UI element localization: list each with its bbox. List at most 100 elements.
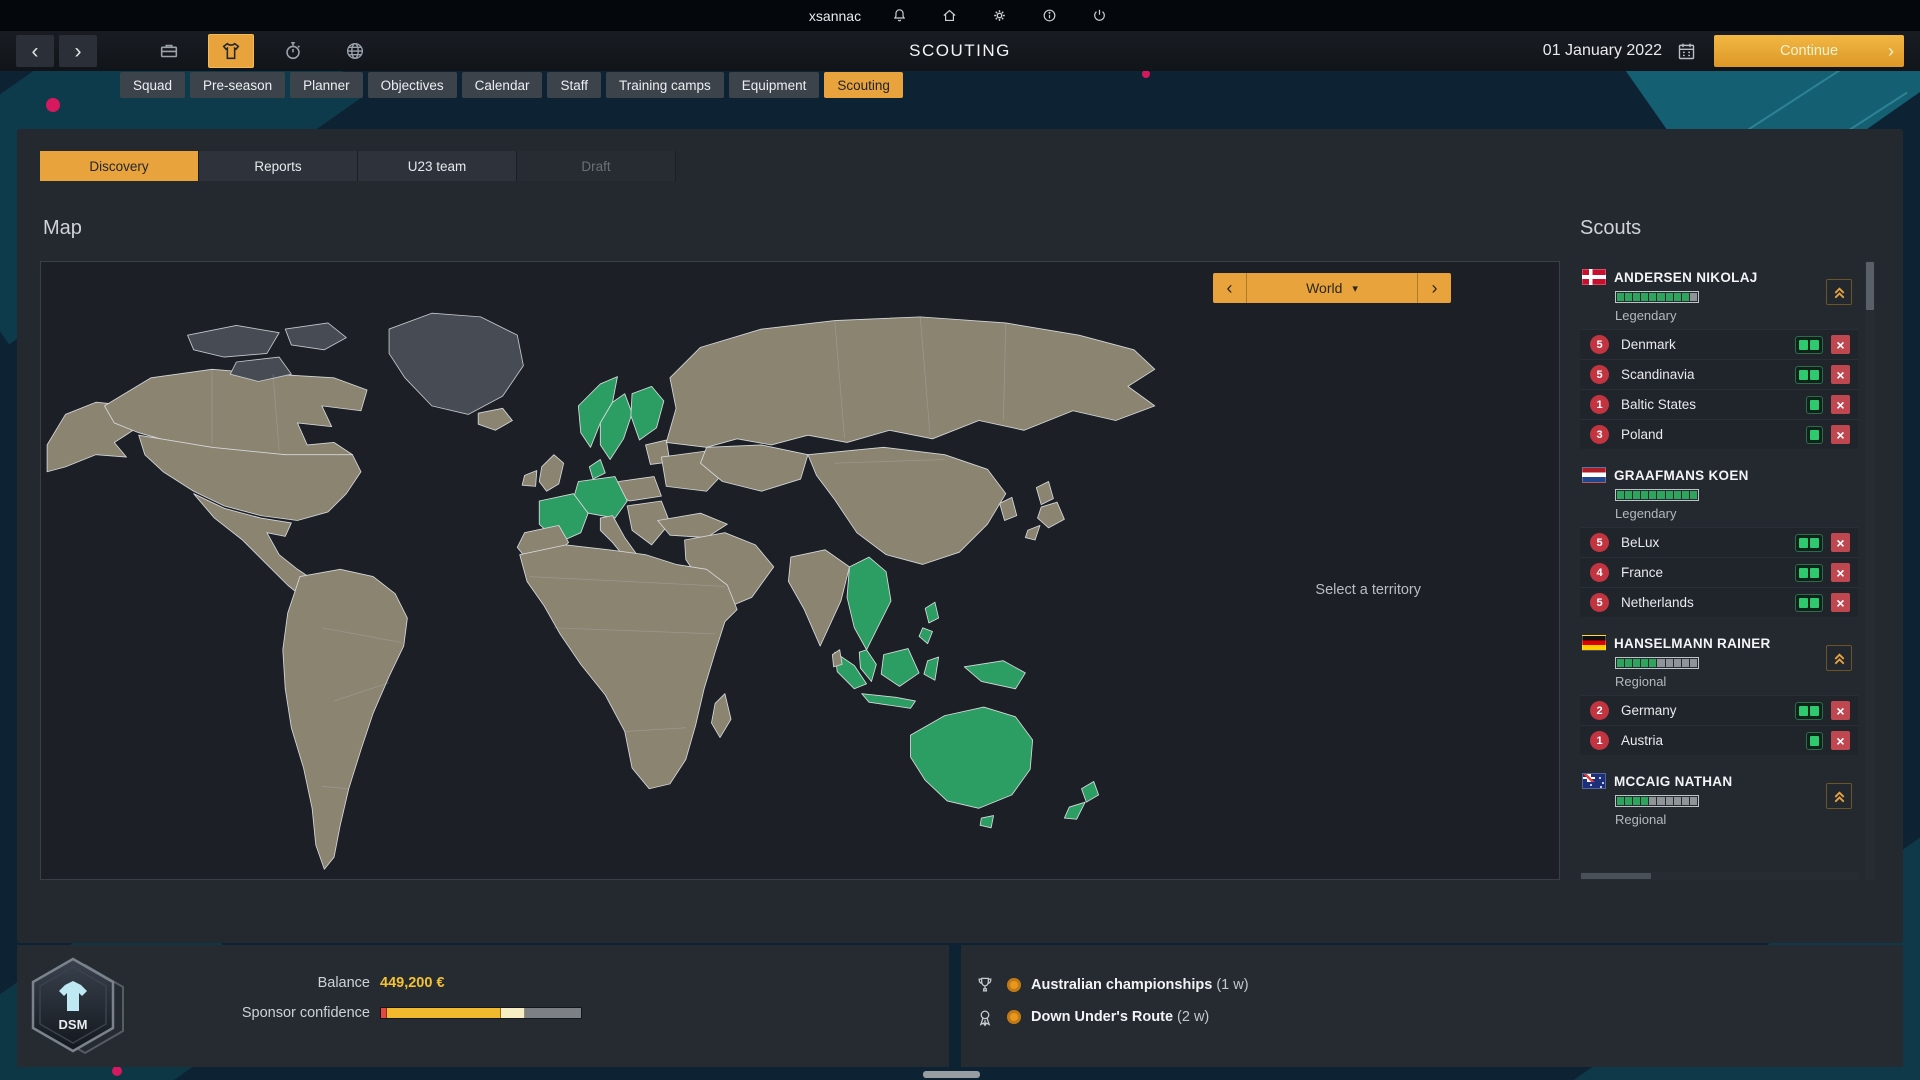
hscrollbar-thumb[interactable] xyxy=(1581,873,1651,879)
territory-remove-button[interactable]: × xyxy=(1831,425,1850,444)
australia-flag-icon xyxy=(1582,773,1606,789)
nav-bar: ‹ › SCOUTING 01 January 2022 Continue › xyxy=(0,31,1920,71)
bottom-handle xyxy=(923,1071,980,1078)
power-button[interactable] xyxy=(1087,4,1111,28)
territory-list: 2Germany×1Austria× xyxy=(1580,695,1858,755)
skill-cell xyxy=(1666,659,1673,667)
subtab-discovery[interactable]: Discovery xyxy=(40,151,199,181)
territory-remove-button[interactable]: × xyxy=(1831,701,1850,720)
territory-remove-button[interactable]: × xyxy=(1831,593,1850,612)
skill-cell xyxy=(1682,797,1689,805)
territory-remove-button[interactable]: × xyxy=(1831,563,1850,582)
map-area[interactable]: ‹ World ▾ › Select a territory xyxy=(40,261,1560,880)
event-row-down-under-s-route[interactable]: Down Under's Route (2 w) xyxy=(975,1005,1903,1029)
tab-training-camps[interactable]: Training camps xyxy=(606,72,724,98)
territory-dropdown[interactable]: World ▾ xyxy=(1247,273,1417,303)
territory-prev-button[interactable]: ‹ xyxy=(1213,273,1247,303)
skill-cell xyxy=(1649,659,1656,667)
world-map[interactable] xyxy=(41,262,1559,879)
skill-cell xyxy=(1674,797,1681,805)
scout-upgrade-button[interactable] xyxy=(1826,783,1852,809)
territory-remove-button[interactable]: × xyxy=(1831,731,1850,750)
scout-header[interactable]: ANDERSEN NIKOLAJLegendary xyxy=(1580,261,1858,329)
scout-name-row: ANDERSEN NIKOLAJ xyxy=(1582,269,1852,285)
territory-dropdown-value: World xyxy=(1306,280,1342,296)
settings-button[interactable] xyxy=(987,4,1011,28)
scouts-scrollbar[interactable] xyxy=(1865,261,1875,880)
tab-scouting[interactable]: Scouting xyxy=(824,72,903,98)
skill-cell xyxy=(1625,659,1632,667)
tab-planner[interactable]: Planner xyxy=(290,72,363,98)
territory-row-baltic-states[interactable]: 1Baltic States× xyxy=(1580,389,1858,419)
territory-remove-button[interactable]: × xyxy=(1831,533,1850,552)
skill-cell xyxy=(1641,659,1648,667)
tab-squad[interactable]: Squad xyxy=(120,72,185,98)
finance-panel: DSM Balance 449,200 € Sponsor confidence xyxy=(17,945,949,1067)
back-button[interactable]: ‹ xyxy=(16,35,54,67)
skill-cell xyxy=(1690,659,1697,667)
scouts-heading: Scouts xyxy=(1580,217,1641,240)
scout-header[interactable]: HANSELMANN RAINERRegional xyxy=(1580,627,1858,695)
tab-equipment[interactable]: Equipment xyxy=(729,72,820,98)
territory-name: Poland xyxy=(1621,427,1806,442)
skill-cell xyxy=(1633,491,1640,499)
tab-staff[interactable]: Staff xyxy=(547,72,601,98)
scouts-hscrollbar[interactable] xyxy=(1580,872,1858,880)
scout-header[interactable]: GRAAFMANS KOENLegendary xyxy=(1580,459,1858,527)
slot-cell xyxy=(1810,340,1819,350)
territory-row-poland[interactable]: 3 Poland × xyxy=(1580,419,1858,449)
scout-upgrade-button[interactable] xyxy=(1826,279,1852,305)
territory-remove-button[interactable]: × xyxy=(1831,365,1850,384)
scrollbar-thumb[interactable] xyxy=(1866,262,1874,310)
territory-remove-button[interactable]: × xyxy=(1831,395,1850,414)
info-button[interactable] xyxy=(1037,4,1061,28)
event-row-australian-championships[interactable]: Australian championships (1 w) xyxy=(975,973,1903,997)
territory-remove-button[interactable]: × xyxy=(1831,335,1850,354)
globe-button[interactable] xyxy=(332,34,378,68)
subtab-reports[interactable]: Reports xyxy=(199,151,358,181)
forward-button[interactable]: › xyxy=(59,35,97,67)
scout-upgrade-button[interactable] xyxy=(1826,645,1852,671)
tab-objectives[interactable]: Objectives xyxy=(368,72,457,98)
balance-value: 449,200 € xyxy=(380,975,582,991)
tab-pre-season[interactable]: Pre-season xyxy=(190,72,285,98)
scout-skill-bar xyxy=(1615,657,1699,669)
sponsor-confidence-label: Sponsor confidence xyxy=(107,1005,380,1021)
home-icon xyxy=(941,7,958,24)
territory-row-austria[interactable]: 1Austria× xyxy=(1580,725,1858,755)
slot-cell xyxy=(1799,538,1808,548)
briefcase-button[interactable] xyxy=(146,34,192,68)
back-chevron: ‹ xyxy=(32,41,39,62)
skill-cell xyxy=(1633,797,1640,805)
chevron-down-icon: ▾ xyxy=(1352,282,1358,295)
continue-button[interactable]: Continue › xyxy=(1714,35,1904,67)
stopwatch-button[interactable] xyxy=(270,34,316,68)
scout-level: Regional xyxy=(1615,812,1852,827)
skill-cell xyxy=(1682,293,1689,301)
territory-row-netherlands[interactable]: 5Netherlands× xyxy=(1580,587,1858,617)
forward-chevron: › xyxy=(75,41,82,62)
territory-next-button[interactable]: › xyxy=(1417,273,1451,303)
territory-row-belux[interactable]: 5BeLux× xyxy=(1580,527,1858,557)
territory-row-denmark[interactable]: 5Denmark× xyxy=(1580,329,1858,359)
tab-calendar[interactable]: Calendar xyxy=(462,72,543,98)
calendar-button[interactable] xyxy=(1674,39,1698,63)
home-button[interactable] xyxy=(937,4,961,28)
scout-level: Legendary xyxy=(1615,506,1852,521)
skill-cell xyxy=(1690,293,1697,301)
skill-cell xyxy=(1641,491,1648,499)
territory-name: Austria xyxy=(1621,733,1806,748)
territory-row-france[interactable]: 4France× xyxy=(1580,557,1858,587)
prev-chevron: ‹ xyxy=(1227,278,1233,299)
territory-name: BeLux xyxy=(1621,535,1795,550)
territory-row-scandinavia[interactable]: 5Scandinavia× xyxy=(1580,359,1858,389)
jersey-button[interactable] xyxy=(208,34,254,68)
subtab-u23-team[interactable]: U23 team xyxy=(358,151,517,181)
territory-row-germany[interactable]: 2Germany× xyxy=(1580,695,1858,725)
scout-header[interactable]: MCCAIG NATHANRegional xyxy=(1580,765,1858,833)
territory-count-badge: 3 xyxy=(1590,425,1609,444)
sponsor-bar-segment xyxy=(387,1008,501,1018)
map-hint: Select a territory xyxy=(1315,582,1421,598)
territory-slots-indicator xyxy=(1795,702,1823,720)
notifications-button[interactable] xyxy=(887,4,911,28)
